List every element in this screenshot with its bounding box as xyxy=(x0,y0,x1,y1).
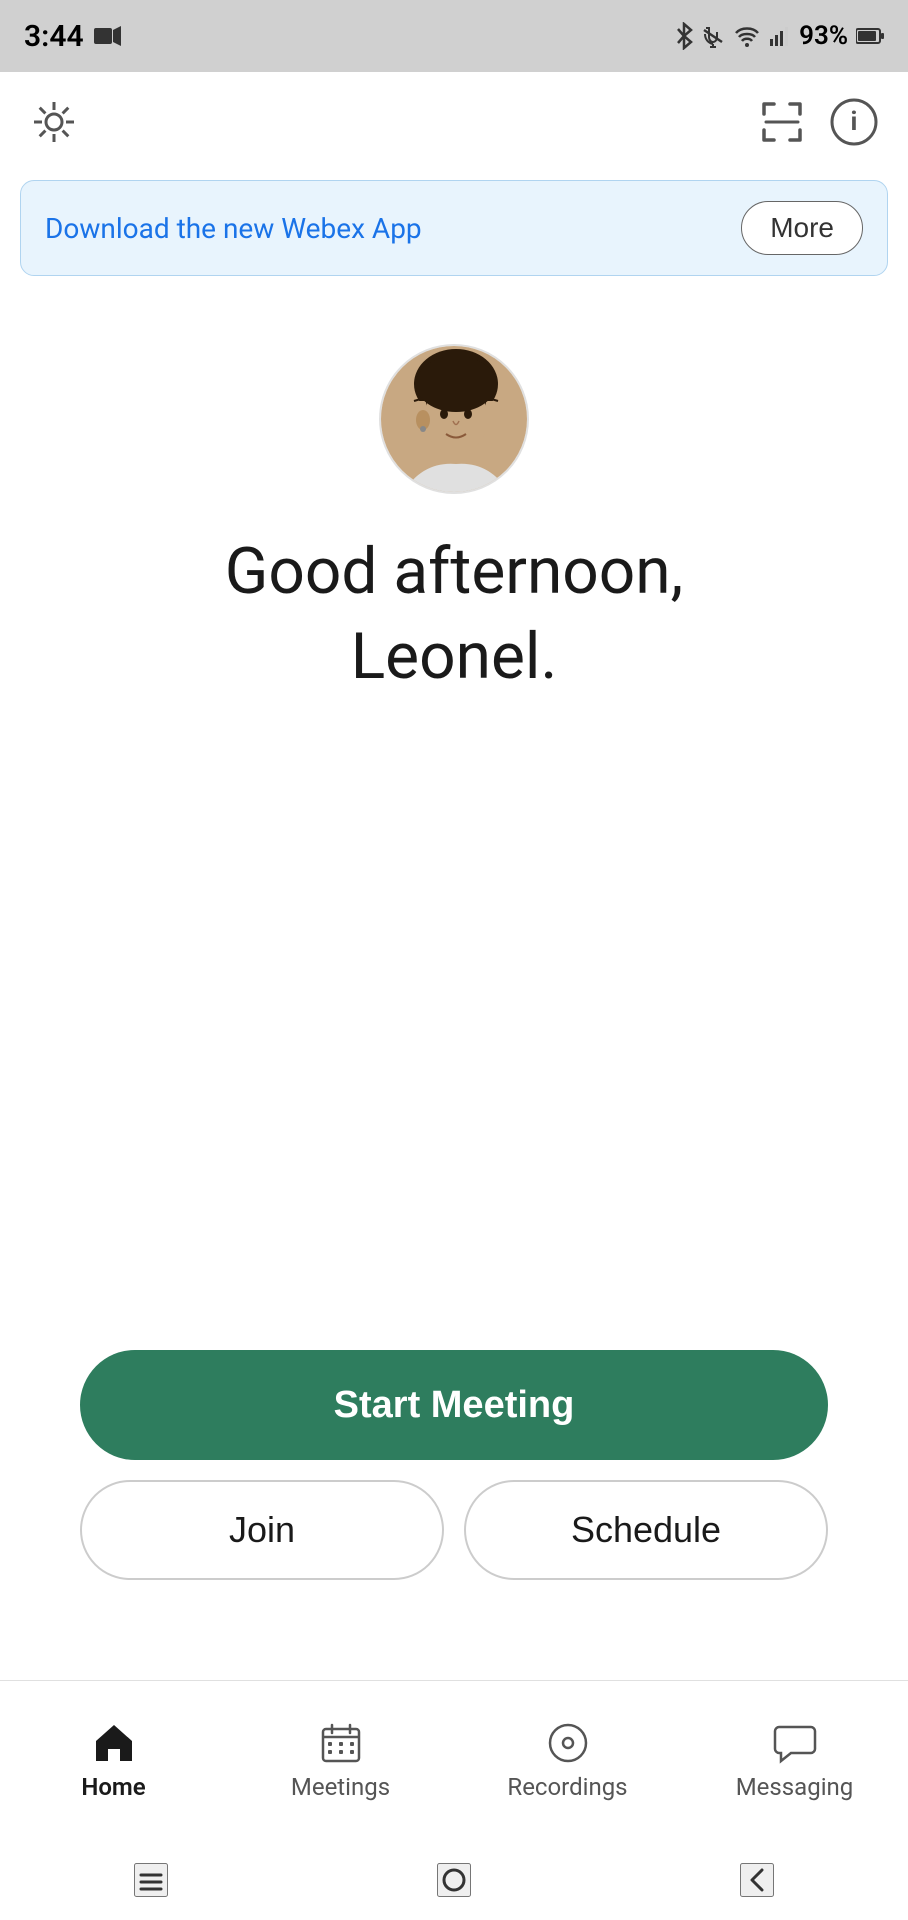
video-status-icon xyxy=(94,25,122,47)
battery-text: 93% xyxy=(799,21,848,51)
header-right: i xyxy=(756,96,880,148)
action-buttons: Start Meeting Join Schedule xyxy=(0,1350,908,1580)
mute-icon xyxy=(701,24,725,48)
greeting-line2: Leonel. xyxy=(225,619,683,696)
bluetooth-icon xyxy=(675,22,693,50)
nav-item-recordings[interactable]: Recordings xyxy=(454,1721,681,1801)
header: i xyxy=(0,72,908,172)
status-right: 93% xyxy=(675,21,884,51)
download-banner: Download the new Webex App More xyxy=(20,180,888,276)
home-system-button[interactable] xyxy=(437,1863,471,1897)
settings-button[interactable] xyxy=(28,96,80,148)
avatar xyxy=(379,344,529,494)
battery-icon xyxy=(856,27,884,45)
back-button[interactable] xyxy=(740,1863,774,1897)
home-icon xyxy=(92,1721,136,1765)
wifi-icon xyxy=(733,25,761,47)
banner-text: Download the new Webex App xyxy=(45,212,422,245)
nav-label-messaging: Messaging xyxy=(736,1773,854,1801)
info-button[interactable]: i xyxy=(828,96,880,148)
more-button[interactable]: More xyxy=(741,201,863,255)
nav-item-home[interactable]: Home xyxy=(0,1721,227,1801)
start-meeting-button[interactable]: Start Meeting xyxy=(80,1350,828,1460)
nav-item-meetings[interactable]: Meetings xyxy=(227,1721,454,1801)
messaging-icon xyxy=(773,1721,817,1765)
nav-label-recordings: Recordings xyxy=(507,1773,627,1801)
meetings-icon xyxy=(319,1721,363,1765)
svg-text:i: i xyxy=(851,107,858,137)
recordings-icon xyxy=(546,1721,590,1765)
nav-label-home: Home xyxy=(81,1773,145,1801)
status-bar: 3:44 93% xyxy=(0,0,908,72)
signal-icon xyxy=(769,25,791,47)
scan-button[interactable] xyxy=(756,96,808,148)
main-content: Good afternoon, Leonel. xyxy=(0,284,908,704)
schedule-button[interactable]: Schedule xyxy=(464,1480,828,1580)
status-time: 3:44 xyxy=(24,19,84,54)
bottom-nav: Home Meetings xyxy=(0,1680,908,1840)
nav-label-meetings: Meetings xyxy=(291,1773,390,1801)
secondary-buttons: Join Schedule xyxy=(80,1480,828,1580)
nav-item-messaging[interactable]: Messaging xyxy=(681,1721,908,1801)
system-nav xyxy=(0,1840,908,1920)
greeting-container: Good afternoon, Leonel. xyxy=(225,534,683,704)
greeting-line1: Good afternoon, xyxy=(225,534,683,611)
status-left: 3:44 xyxy=(24,19,122,54)
join-button[interactable]: Join xyxy=(80,1480,444,1580)
recent-apps-button[interactable] xyxy=(134,1863,168,1897)
